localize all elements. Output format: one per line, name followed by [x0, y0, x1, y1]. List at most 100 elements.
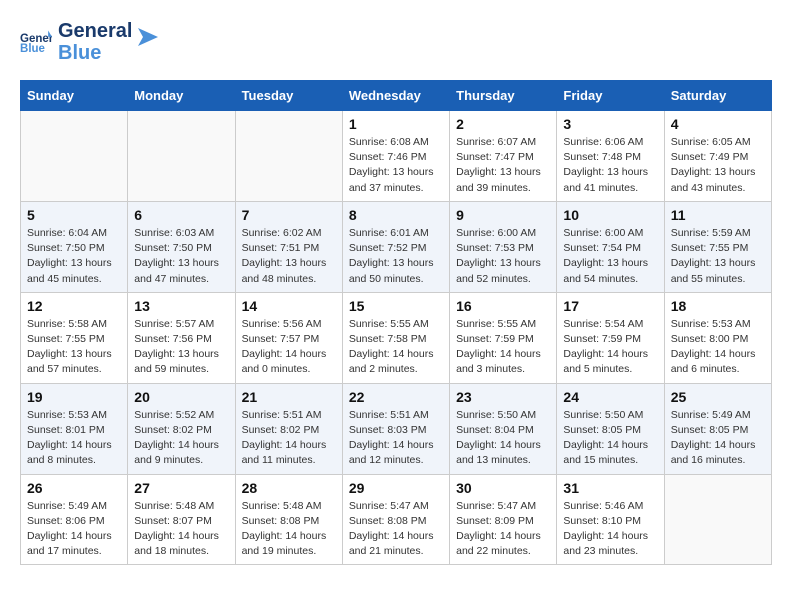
- day-number: 14: [242, 298, 336, 314]
- calendar-day-cell: 10 Sunrise: 6:00 AMSunset: 7:54 PMDayligh…: [557, 201, 664, 292]
- day-info: Sunrise: 5:48 AMSunset: 8:08 PMDaylight:…: [242, 499, 336, 560]
- day-number: 29: [349, 480, 443, 496]
- day-info: Sunrise: 5:47 AMSunset: 8:09 PMDaylight:…: [456, 499, 550, 560]
- calendar-day-cell: 23 Sunrise: 5:50 AMSunset: 8:04 PMDayligh…: [450, 383, 557, 474]
- calendar-day-cell: [128, 111, 235, 202]
- calendar-week-row: 5 Sunrise: 6:04 AMSunset: 7:50 PMDaylight…: [21, 201, 772, 292]
- calendar-day-cell: 6Sunrise: 6:03 AMSunset: 7:50 PMDaylight…: [128, 201, 235, 292]
- calendar-day-cell: [21, 111, 128, 202]
- day-info: Sunrise: 5:48 AMSunset: 8:07 PMDaylight:…: [134, 499, 228, 560]
- day-info: Sunrise: 5:51 AMSunset: 8:03 PMDaylight:…: [349, 408, 443, 469]
- calendar-day-cell: 12 Sunrise: 5:58 AMSunset: 7:55 PMDayligh…: [21, 292, 128, 383]
- day-number: 7: [242, 207, 336, 223]
- day-info: Sunrise: 5:46 AMSunset: 8:10 PMDaylight:…: [563, 499, 657, 560]
- weekday-header-tuesday: Tuesday: [235, 81, 342, 111]
- day-info: Sunrise: 5:51 AMSunset: 8:02 PMDaylight:…: [242, 408, 336, 469]
- day-info: Sunrise: 5:49 AMSunset: 8:05 PMDaylight:…: [671, 408, 765, 469]
- day-info: Sunrise: 5:53 AMSunset: 8:00 PMDaylight:…: [671, 317, 765, 378]
- day-info: Sunrise: 6:00 AMSunset: 7:53 PMDaylight:…: [456, 226, 550, 287]
- calendar-day-cell: 19 Sunrise: 5:53 AMSunset: 8:01 PMDayligh…: [21, 383, 128, 474]
- day-number: 30: [456, 480, 550, 496]
- weekday-header-monday: Monday: [128, 81, 235, 111]
- calendar-day-cell: 15 Sunrise: 5:55 AMSunset: 7:58 PMDayligh…: [342, 292, 449, 383]
- day-info: Sunrise: 6:04 AMSunset: 7:50 PMDaylight:…: [27, 226, 121, 287]
- day-info: Sunrise: 5:55 AMSunset: 7:58 PMDaylight:…: [349, 317, 443, 378]
- page-header: General Blue General Blue: [20, 20, 772, 64]
- logo-icon: General Blue: [20, 28, 52, 56]
- calendar-day-cell: 7Sunrise: 6:02 AMSunset: 7:51 PMDaylight…: [235, 201, 342, 292]
- day-number: 19: [27, 389, 121, 405]
- weekday-header-sunday: Sunday: [21, 81, 128, 111]
- calendar-day-cell: 11Sunrise: 5:59 AMSunset: 7:55 PMDayligh…: [664, 201, 771, 292]
- day-info: Sunrise: 5:53 AMSunset: 8:01 PMDaylight:…: [27, 408, 121, 469]
- calendar-day-cell: 14 Sunrise: 5:56 AMSunset: 7:57 PMDayligh…: [235, 292, 342, 383]
- day-number: 28: [242, 480, 336, 496]
- day-info: Sunrise: 5:47 AMSunset: 8:08 PMDaylight:…: [349, 499, 443, 560]
- day-info: Sunrise: 5:55 AMSunset: 7:59 PMDaylight:…: [456, 317, 550, 378]
- day-info: Sunrise: 6:01 AMSunset: 7:52 PMDaylight:…: [349, 226, 443, 287]
- calendar-day-cell: 31 Sunrise: 5:46 AMSunset: 8:10 PMDayligh…: [557, 474, 664, 565]
- day-number: 9: [456, 207, 550, 223]
- day-number: 23: [456, 389, 550, 405]
- logo-blue: Blue: [58, 42, 132, 64]
- weekday-header-wednesday: Wednesday: [342, 81, 449, 111]
- day-number: 24: [563, 389, 657, 405]
- day-number: 31: [563, 480, 657, 496]
- calendar-header-row: SundayMondayTuesdayWednesdayThursdayFrid…: [21, 81, 772, 111]
- day-info: Sunrise: 5:57 AMSunset: 7:56 PMDaylight:…: [134, 317, 228, 378]
- day-number: 5: [27, 207, 121, 223]
- calendar-day-cell: 4 Sunrise: 6:05 AMSunset: 7:49 PMDaylight…: [664, 111, 771, 202]
- day-info: Sunrise: 6:06 AMSunset: 7:48 PMDaylight:…: [563, 135, 657, 196]
- day-info: Sunrise: 6:00 AMSunset: 7:54 PMDaylight:…: [563, 226, 657, 287]
- day-number: 13: [134, 298, 228, 314]
- logo-general: General: [58, 20, 132, 42]
- day-number: 21: [242, 389, 336, 405]
- calendar-day-cell: 5 Sunrise: 6:04 AMSunset: 7:50 PMDaylight…: [21, 201, 128, 292]
- day-number: 15: [349, 298, 443, 314]
- day-number: 6: [134, 207, 228, 223]
- day-number: 20: [134, 389, 228, 405]
- calendar-day-cell: 22 Sunrise: 5:51 AMSunset: 8:03 PMDayligh…: [342, 383, 449, 474]
- calendar-day-cell: 1Sunrise: 6:08 AMSunset: 7:46 PMDaylight…: [342, 111, 449, 202]
- day-number: 18: [671, 298, 765, 314]
- day-number: 16: [456, 298, 550, 314]
- day-number: 22: [349, 389, 443, 405]
- day-info: Sunrise: 6:08 AMSunset: 7:46 PMDaylight:…: [349, 135, 443, 196]
- day-number: 10: [563, 207, 657, 223]
- day-info: Sunrise: 6:07 AMSunset: 7:47 PMDaylight:…: [456, 135, 550, 196]
- calendar-day-cell: 29 Sunrise: 5:47 AMSunset: 8:08 PMDayligh…: [342, 474, 449, 565]
- day-info: Sunrise: 5:50 AMSunset: 8:05 PMDaylight:…: [563, 408, 657, 469]
- day-info: Sunrise: 5:56 AMSunset: 7:57 PMDaylight:…: [242, 317, 336, 378]
- calendar-day-cell: 28 Sunrise: 5:48 AMSunset: 8:08 PMDayligh…: [235, 474, 342, 565]
- calendar-day-cell: 17Sunrise: 5:54 AMSunset: 7:59 PMDayligh…: [557, 292, 664, 383]
- calendar-week-row: 12 Sunrise: 5:58 AMSunset: 7:55 PMDayligh…: [21, 292, 772, 383]
- day-info: Sunrise: 6:05 AMSunset: 7:49 PMDaylight:…: [671, 135, 765, 196]
- day-number: 4: [671, 116, 765, 132]
- calendar-week-row: 26Sunrise: 5:49 AMSunset: 8:06 PMDayligh…: [21, 474, 772, 565]
- calendar-day-cell: 8 Sunrise: 6:01 AMSunset: 7:52 PMDaylight…: [342, 201, 449, 292]
- weekday-header-thursday: Thursday: [450, 81, 557, 111]
- calendar-day-cell: 26Sunrise: 5:49 AMSunset: 8:06 PMDayligh…: [21, 474, 128, 565]
- calendar-day-cell: 25 Sunrise: 5:49 AMSunset: 8:05 PMDayligh…: [664, 383, 771, 474]
- day-number: 17: [563, 298, 657, 314]
- calendar-day-cell: 18 Sunrise: 5:53 AMSunset: 8:00 PMDayligh…: [664, 292, 771, 383]
- day-number: 26: [27, 480, 121, 496]
- day-info: Sunrise: 5:59 AMSunset: 7:55 PMDaylight:…: [671, 226, 765, 287]
- day-info: Sunrise: 5:50 AMSunset: 8:04 PMDaylight:…: [456, 408, 550, 469]
- calendar-day-cell: [235, 111, 342, 202]
- day-number: 2: [456, 116, 550, 132]
- calendar-day-cell: 30 Sunrise: 5:47 AMSunset: 8:09 PMDayligh…: [450, 474, 557, 565]
- logo: General Blue General Blue: [20, 20, 158, 64]
- day-info: Sunrise: 5:52 AMSunset: 8:02 PMDaylight:…: [134, 408, 228, 469]
- day-number: 12: [27, 298, 121, 314]
- weekday-header-saturday: Saturday: [664, 81, 771, 111]
- day-number: 25: [671, 389, 765, 405]
- calendar-week-row: 19 Sunrise: 5:53 AMSunset: 8:01 PMDayligh…: [21, 383, 772, 474]
- calendar-day-cell: 21 Sunrise: 5:51 AMSunset: 8:02 PMDayligh…: [235, 383, 342, 474]
- day-info: Sunrise: 5:58 AMSunset: 7:55 PMDaylight:…: [27, 317, 121, 378]
- calendar-day-cell: 20 Sunrise: 5:52 AMSunset: 8:02 PMDayligh…: [128, 383, 235, 474]
- day-number: 3: [563, 116, 657, 132]
- calendar-day-cell: 3 Sunrise: 6:06 AMSunset: 7:48 PMDaylight…: [557, 111, 664, 202]
- calendar-day-cell: 9 Sunrise: 6:00 AMSunset: 7:53 PMDaylight…: [450, 201, 557, 292]
- day-number: 8: [349, 207, 443, 223]
